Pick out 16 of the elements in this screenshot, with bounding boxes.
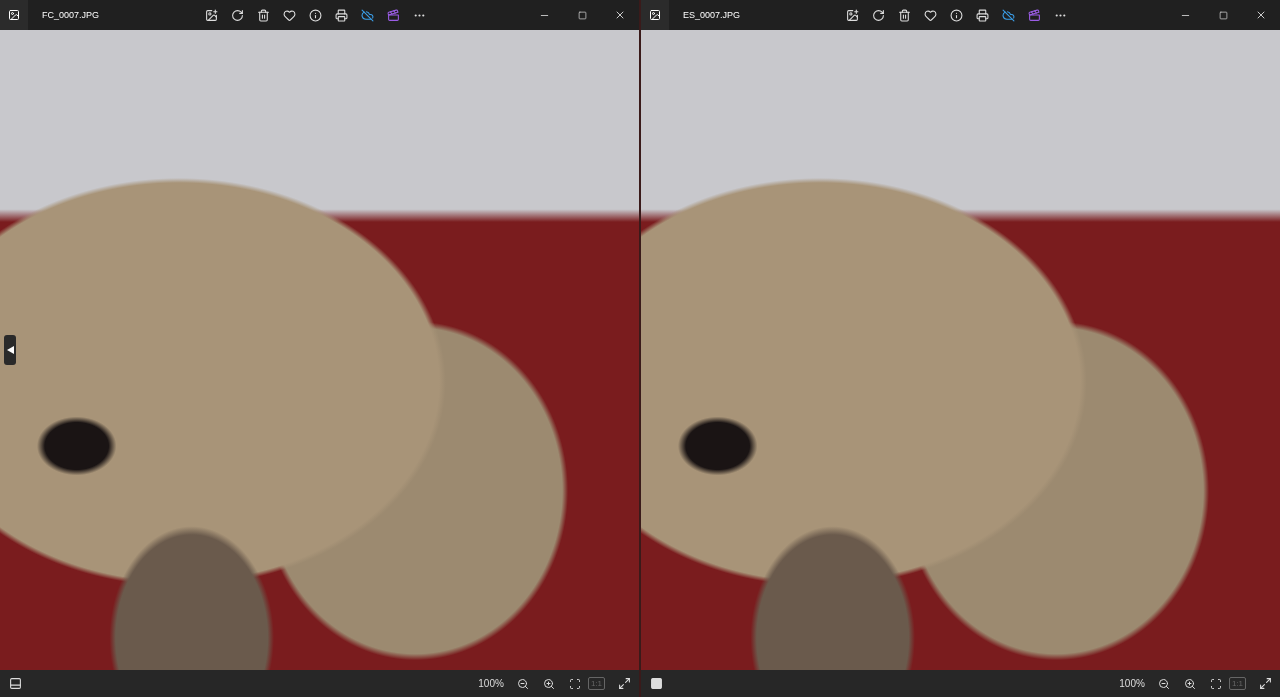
window-title: FC_0007.JPG [42, 10, 101, 20]
printer-icon[interactable] [332, 6, 350, 24]
window-title: ES_0007.JPG [683, 10, 742, 20]
zoom-level: 100% [1119, 678, 1145, 689]
maximize-icon[interactable] [1218, 10, 1228, 20]
previous-button[interactable] [4, 335, 16, 365]
info-icon[interactable] [306, 6, 324, 24]
printer-icon[interactable] [973, 6, 991, 24]
zoom-level: 100% [478, 678, 504, 689]
info-icon[interactable] [947, 6, 965, 24]
clapperboard-icon[interactable] [1025, 6, 1043, 24]
close-icon[interactable] [1255, 9, 1267, 21]
maximize-icon[interactable] [577, 10, 587, 20]
clapperboard-icon[interactable] [384, 6, 402, 24]
close-icon[interactable] [614, 9, 626, 21]
left-triangle-icon [6, 346, 14, 354]
